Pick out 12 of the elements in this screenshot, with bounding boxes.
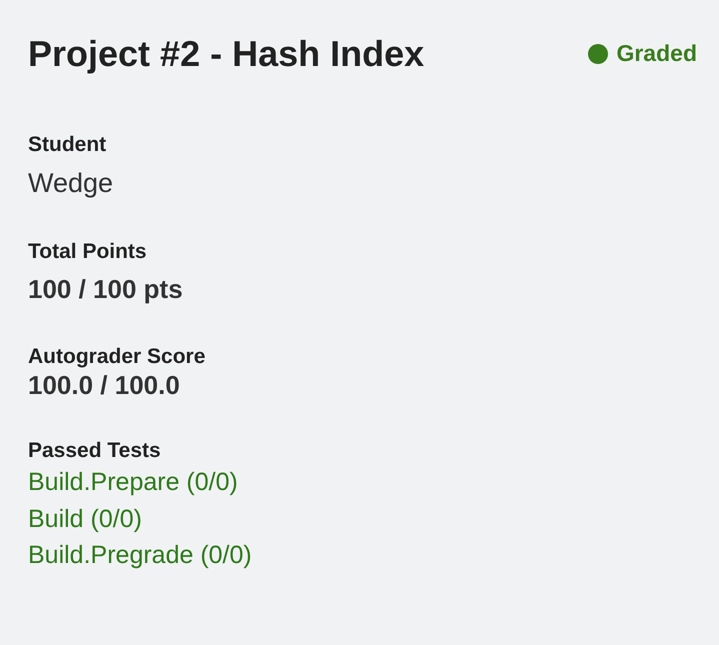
field-label: Total Points bbox=[28, 238, 148, 265]
field-value: Wedge bbox=[28, 167, 114, 200]
points-value: 100 / 100 pts bbox=[28, 272, 184, 306]
field-label: Student bbox=[28, 132, 108, 158]
status-label: Graded bbox=[616, 39, 697, 68]
page-title: Project #2 - Hash Index bbox=[28, 32, 424, 76]
score-value: 100.0 / 100.0 bbox=[28, 370, 181, 402]
field-label: Passed Tests bbox=[28, 438, 162, 464]
test-link[interactable]: Build.Pregrade (0/0) bbox=[28, 536, 252, 574]
test-link[interactable]: Build (0/0) bbox=[28, 500, 142, 537]
field-label: Autograder Score bbox=[28, 344, 206, 370]
test-link[interactable]: Build.Prepare (0/0) bbox=[28, 464, 238, 501]
